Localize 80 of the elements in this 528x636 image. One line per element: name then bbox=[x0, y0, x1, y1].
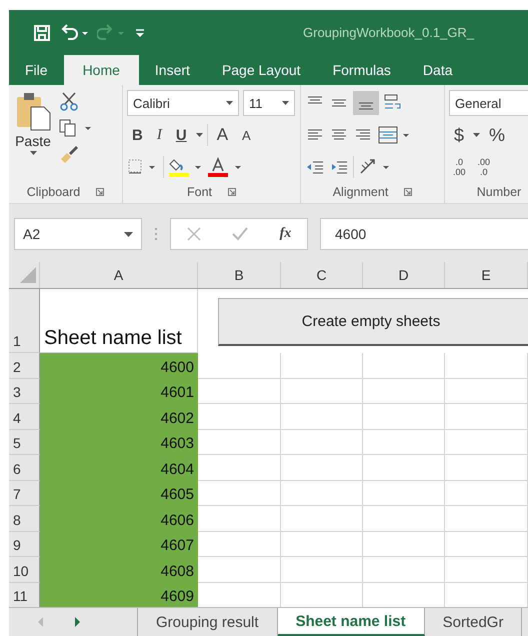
table-cell: 4601 bbox=[40, 378, 198, 404]
column-header[interactable]: B bbox=[198, 262, 281, 288]
row-header[interactable]: 10 bbox=[9, 557, 40, 582]
group-label: Clipboard bbox=[26, 185, 80, 199]
grip-icon bbox=[154, 227, 158, 241]
paste-button[interactable]: Paste bbox=[13, 89, 53, 181]
group-label: Alignment bbox=[332, 185, 388, 199]
table-cell: 4602 bbox=[40, 404, 198, 430]
table-cell: 4603 bbox=[40, 430, 198, 455]
ribbon-tab[interactable]: Data bbox=[406, 55, 468, 85]
launcher-icon[interactable] bbox=[96, 188, 104, 196]
caret-icon bbox=[124, 232, 133, 236]
bold-button[interactable]: B bbox=[127, 126, 148, 144]
ribbon-tab[interactable]: Home bbox=[64, 55, 139, 85]
caret-icon bbox=[226, 101, 233, 105]
ribbon-tab[interactable]: Formulas bbox=[316, 55, 407, 85]
row-header[interactable]: 1 bbox=[9, 289, 40, 353]
row-header[interactable]: 11 bbox=[9, 582, 40, 607]
group-label: Font bbox=[186, 185, 212, 199]
align-bottom-icon[interactable] bbox=[353, 91, 379, 115]
grow-font-button[interactable]: A bbox=[212, 125, 234, 145]
column-header[interactable]: D bbox=[363, 262, 445, 288]
ribbon-tab[interactable]: Insert bbox=[138, 55, 206, 85]
increase-decimal-button[interactable]: .0 .00 bbox=[449, 157, 470, 177]
ribbon-tab[interactable]: Page Layout bbox=[206, 55, 317, 85]
column-header[interactable]: E bbox=[445, 262, 528, 288]
customize-icon[interactable] bbox=[135, 26, 145, 38]
font-color-icon[interactable] bbox=[208, 157, 244, 177]
font-size-field[interactable]: 11 bbox=[243, 90, 295, 116]
sheet-tab[interactable]: SortedGr bbox=[424, 608, 522, 636]
fill-color-icon[interactable] bbox=[168, 157, 204, 177]
create-sheets-button[interactable]: Create empty sheets bbox=[218, 298, 528, 346]
merge-icon[interactable] bbox=[377, 125, 411, 145]
table-cell: 4604 bbox=[40, 455, 198, 480]
table-cell: 4608 bbox=[40, 557, 198, 582]
launcher-icon[interactable] bbox=[404, 188, 412, 196]
percent-button[interactable]: % bbox=[484, 124, 510, 146]
redo-icon bbox=[97, 24, 127, 42]
italic-button[interactable]: I bbox=[152, 126, 167, 144]
caret-icon bbox=[282, 101, 289, 105]
scroll-left-icon bbox=[37, 617, 45, 627]
column-header[interactable]: C bbox=[281, 262, 363, 288]
row-header[interactable]: 4 bbox=[9, 404, 40, 430]
scroll-right-icon[interactable] bbox=[73, 617, 81, 627]
row-header[interactable]: 8 bbox=[9, 506, 40, 532]
decrease-decimal-button[interactable]: .00 .0 bbox=[474, 157, 494, 177]
table-cell: 4600 bbox=[40, 353, 198, 378]
caret-icon[interactable] bbox=[473, 133, 480, 137]
underline-button[interactable]: U bbox=[170, 126, 192, 144]
row-header[interactable]: 6 bbox=[9, 455, 40, 480]
caret-icon[interactable] bbox=[196, 133, 203, 137]
sheet-tab[interactable]: Sheet name list bbox=[278, 608, 425, 636]
row-header[interactable]: 5 bbox=[9, 430, 40, 455]
row-header[interactable]: 9 bbox=[9, 532, 40, 557]
group-label: Number bbox=[476, 185, 522, 199]
ribbon-tab[interactable]: File bbox=[9, 55, 64, 85]
clipboard-icon bbox=[15, 91, 51, 131]
number-format-field[interactable]: General bbox=[449, 90, 528, 116]
table-cell: 4609 bbox=[40, 582, 198, 607]
column-header[interactable]: A bbox=[40, 262, 198, 288]
table-cell: 4606 bbox=[40, 506, 198, 532]
table-cell: 4605 bbox=[40, 480, 198, 506]
save-icon[interactable] bbox=[33, 24, 51, 42]
launcher-icon[interactable] bbox=[228, 188, 236, 196]
shrink-font-button[interactable]: A bbox=[237, 128, 256, 142]
row-header[interactable]: 2 bbox=[9, 353, 40, 378]
name-box[interactable]: A2 bbox=[14, 218, 142, 250]
scissors-icon[interactable] bbox=[59, 91, 79, 111]
formula-field[interactable]: 4600 bbox=[320, 218, 528, 250]
brush-icon[interactable] bbox=[59, 145, 79, 163]
window-title: GroupingWorkbook_0.1_GR_ bbox=[303, 25, 474, 40]
caret-icon bbox=[30, 151, 36, 155]
font-name-field[interactable]: Calibri bbox=[127, 90, 239, 116]
row-header[interactable]: 7 bbox=[9, 480, 40, 506]
row-header[interactable]: 3 bbox=[9, 378, 40, 404]
undo-icon[interactable] bbox=[59, 24, 89, 42]
insert-function-button[interactable]: fx bbox=[280, 226, 292, 242]
currency-button[interactable]: $ bbox=[449, 124, 470, 146]
copy-icon[interactable] bbox=[59, 119, 91, 137]
table-cell: 4607 bbox=[40, 532, 198, 557]
